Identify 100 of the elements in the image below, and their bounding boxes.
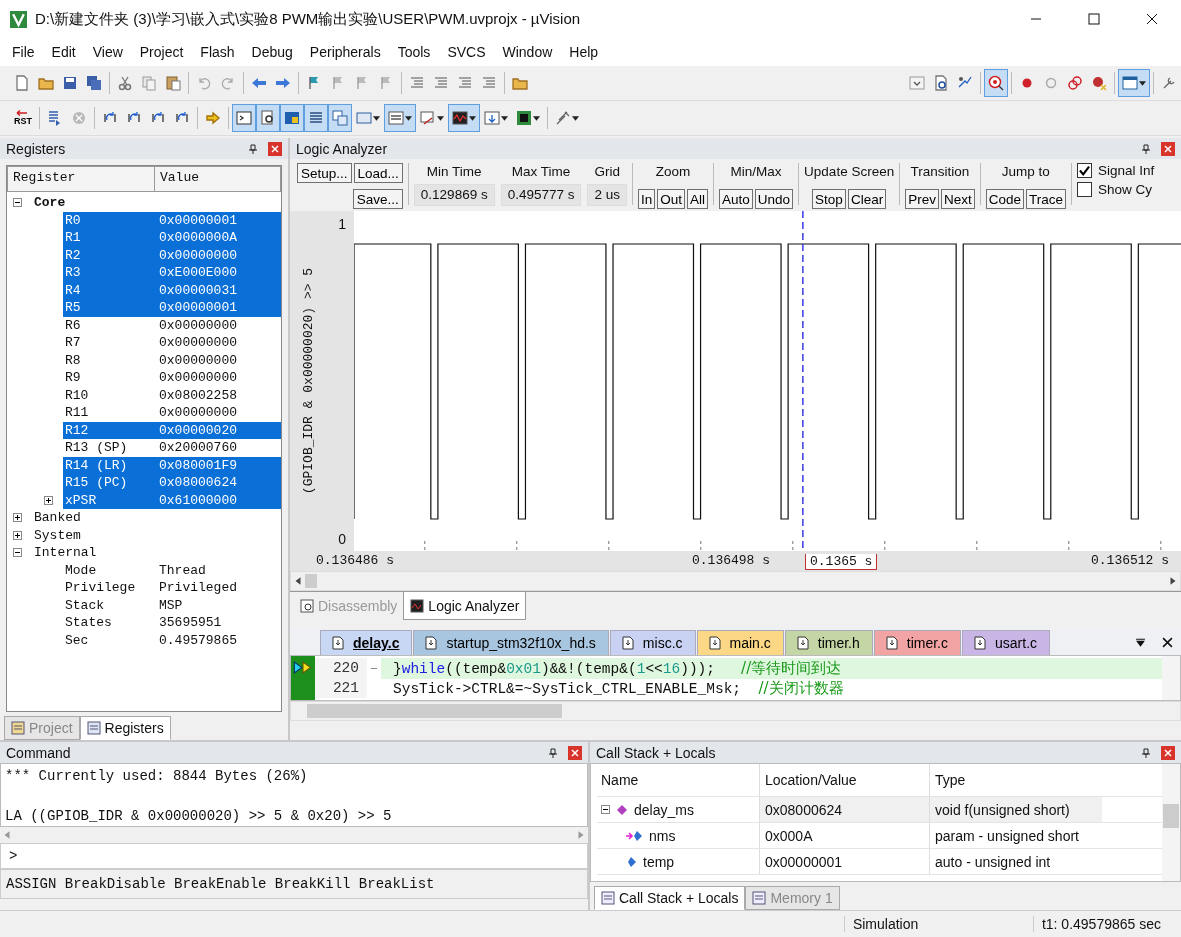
checkbox[interactable]	[1077, 182, 1092, 197]
tree-group[interactable]: System	[34, 527, 81, 543]
analysis-button[interactable]	[448, 104, 480, 132]
command-window-button[interactable]	[232, 104, 256, 132]
menu-item[interactable]: Debug	[243, 42, 302, 62]
analyzer-button[interactable]: In	[638, 189, 656, 209]
menu-item[interactable]: Help	[561, 42, 608, 62]
menu-item[interactable]: Flash	[192, 42, 244, 62]
file-tab[interactable]: timer.h	[784, 630, 873, 655]
scrollbar[interactable]	[290, 701, 1181, 721]
panel-tab[interactable]: Call Stack + Locals	[594, 886, 746, 910]
setup-button[interactable]: Setup...	[297, 163, 352, 183]
analyzer-button[interactable]: Stop	[812, 189, 846, 209]
register-row[interactable]: R15 (PC) 0x08000624	[63, 474, 281, 492]
register-name: Privilege	[64, 580, 137, 596]
analyzer-button[interactable]: Clear	[847, 189, 887, 209]
window-button[interactable]	[1118, 69, 1150, 97]
column-header[interactable]: Value	[155, 167, 204, 191]
analyzer-button[interactable]: Trace	[1026, 189, 1066, 209]
symbols-button[interactable]	[280, 104, 304, 132]
memory-button[interactable]	[384, 104, 416, 132]
register-row[interactable]: R1 0x0000000A	[63, 229, 281, 247]
file-tab[interactable]: misc.c	[609, 630, 696, 655]
close-icon[interactable]	[1162, 637, 1173, 648]
analyzer-button[interactable]: Next	[940, 189, 975, 209]
register-row[interactable]: R3 0xE000E000	[63, 264, 281, 282]
panel-tab[interactable]: Registers	[79, 716, 171, 740]
scrollbar[interactable]	[290, 571, 1181, 591]
column-header[interactable]: Name	[597, 772, 759, 788]
lines-icon	[409, 75, 425, 91]
column-header[interactable]: Location/Value	[759, 764, 929, 796]
menu-item[interactable]: Project	[131, 42, 193, 62]
dropdown-icon[interactable]	[1135, 637, 1146, 648]
checkbox[interactable]	[1077, 163, 1092, 178]
registers-button[interactable]	[304, 104, 328, 132]
register-row[interactable]: R5 0x00000001	[63, 299, 281, 317]
caret-icon	[405, 115, 412, 121]
menu-item[interactable]: Window	[494, 42, 562, 62]
menu-item[interactable]: File	[4, 42, 44, 62]
analyzer-button[interactable]: Out	[657, 189, 686, 209]
reset-button[interactable]: RST	[10, 104, 36, 132]
expander-icon[interactable]	[601, 805, 610, 814]
analyzer-button[interactable]: All	[687, 189, 709, 209]
pin-icon[interactable]	[548, 747, 558, 758]
pin-icon[interactable]	[1141, 747, 1151, 758]
view-tab[interactable]: Logic Analyzer	[403, 592, 527, 620]
menu-item[interactable]: View	[84, 42, 132, 62]
tree-group[interactable]: Internal	[34, 545, 97, 561]
expander-icon[interactable]	[13, 530, 22, 540]
command-input[interactable]: >	[0, 843, 588, 869]
debug-button[interactable]	[984, 69, 1008, 97]
register-row[interactable]: R10 0x08002258	[63, 386, 281, 404]
menu-item[interactable]: Tools	[389, 42, 440, 62]
expander-icon[interactable]	[13, 198, 22, 208]
table-cell: param - unsigned short	[929, 823, 1102, 848]
register-row[interactable]: R14 (LR) 0x080001F9	[63, 456, 281, 474]
register-row[interactable]: R11 0x00000000	[63, 404, 281, 422]
menu-item[interactable]: SVCS	[439, 42, 495, 62]
analyzer-button[interactable]: Prev	[905, 189, 939, 209]
file-tab[interactable]: main.c	[696, 630, 784, 655]
scrollbar[interactable]	[1162, 764, 1180, 882]
group-label: Transition	[910, 163, 970, 181]
disassembly-button[interactable]	[256, 104, 280, 132]
register-value: MSP	[159, 597, 183, 613]
register-row[interactable]: Sec 0.49579865	[63, 631, 281, 649]
register-row[interactable]: Mode Thread	[63, 561, 281, 579]
register-value: 0x00000001	[159, 212, 237, 228]
tree-group[interactable]: Core	[34, 195, 66, 211]
register-row[interactable]: Privilege Privileged	[63, 579, 281, 597]
register-row[interactable]: R7 0x00000000	[63, 334, 281, 352]
menu-item[interactable]: Peripherals	[301, 42, 390, 62]
register-row[interactable]: R6 0x00000000	[63, 316, 281, 334]
register-row[interactable]: Stack MSP	[63, 596, 281, 614]
expander-icon[interactable]	[13, 513, 22, 523]
register-row[interactable]: R8 0x00000000	[63, 351, 281, 369]
call-stack-button[interactable]	[328, 104, 352, 132]
menu-item[interactable]: Edit	[43, 42, 85, 62]
expander-icon[interactable]	[44, 495, 53, 505]
expander-icon[interactable]	[13, 548, 22, 558]
register-row[interactable]: R0 0x00000001	[63, 211, 281, 229]
register-row[interactable]: R13 (SP) 0x20000760	[63, 439, 281, 457]
column-header[interactable]: Type	[929, 764, 1102, 796]
analyzer-button[interactable]: Undo	[754, 189, 794, 209]
file-tab[interactable]: startup_stm32f10x_hd.s	[413, 630, 609, 655]
pin-icon[interactable]	[1141, 143, 1151, 154]
register-row[interactable]: R12 0x00000020	[63, 421, 281, 439]
tree-group[interactable]: Banked	[34, 510, 81, 526]
pin-icon[interactable]	[248, 143, 258, 154]
analyzer-button[interactable]: Code	[985, 189, 1024, 209]
file-tab[interactable]: usart.c	[962, 630, 1051, 655]
load-button[interactable]: Load...	[353, 163, 403, 183]
save-button[interactable]: Save...	[352, 189, 403, 209]
register-row[interactable]: States 35695951	[63, 614, 281, 632]
register-row[interactable]: R9 0x00000000	[63, 369, 281, 387]
analyzer-button[interactable]: Auto	[719, 189, 753, 209]
scrollbar[interactable]	[1162, 656, 1180, 700]
file-tab[interactable]: timer.c	[873, 630, 961, 655]
file-tab[interactable]: delay.c	[320, 630, 413, 655]
column-header[interactable]: Register	[8, 167, 155, 191]
scroll-thumb[interactable]	[305, 574, 317, 588]
